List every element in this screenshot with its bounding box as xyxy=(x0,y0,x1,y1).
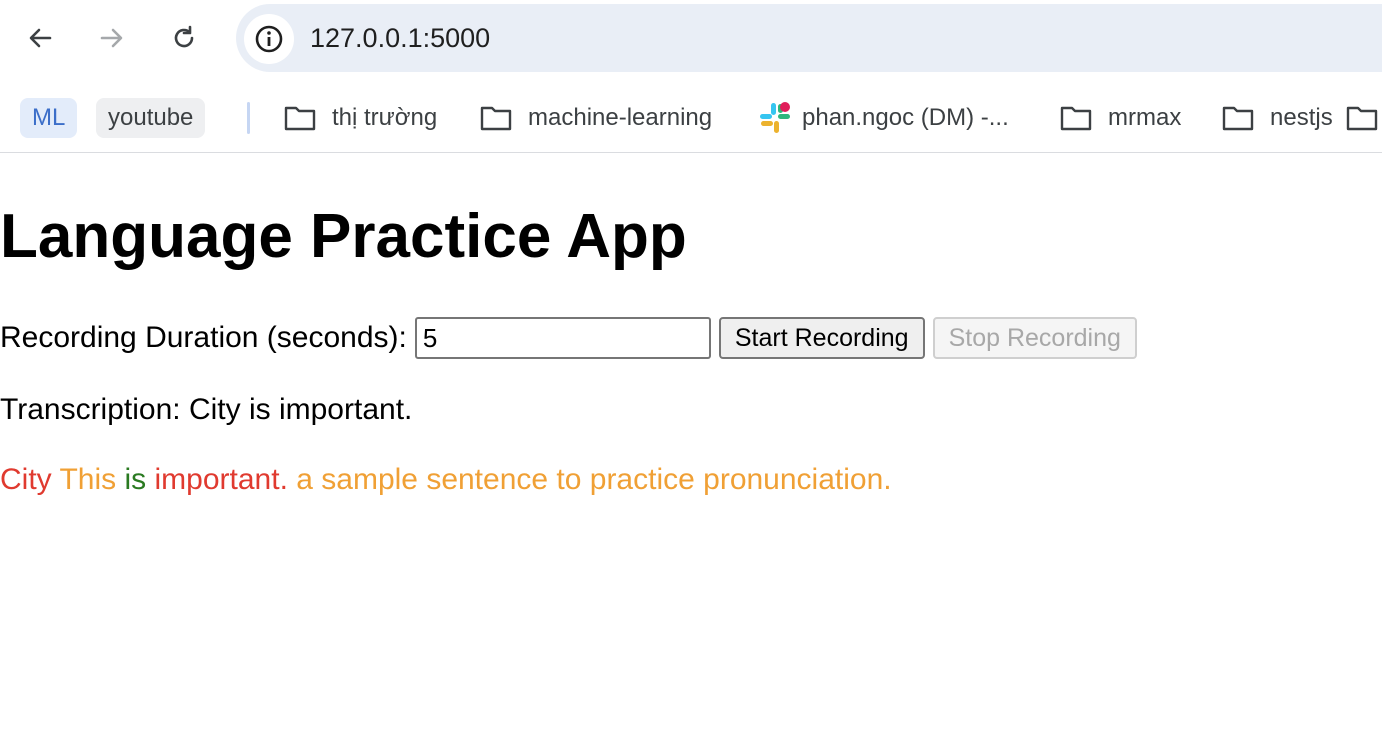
folder-icon xyxy=(1060,104,1092,132)
bookmark-chip-ml[interactable]: ML xyxy=(20,98,78,138)
back-button[interactable] xyxy=(20,18,60,58)
start-recording-button[interactable]: Start Recording xyxy=(718,317,925,359)
page-content: Language Practice App Recording Duration… xyxy=(0,153,1382,748)
forward-button[interactable] xyxy=(92,18,132,58)
sentence-word: a sample sentence to practice pronunciat… xyxy=(296,463,892,496)
folder-icon xyxy=(284,104,316,132)
bookmark-label: mrmax xyxy=(1108,104,1182,131)
info-icon xyxy=(255,25,283,53)
sentence-word: City xyxy=(0,463,52,496)
duration-input[interactable] xyxy=(414,317,711,359)
sentence-word: This xyxy=(59,463,117,496)
bookmark-label: phan.ngoc (DM) -... xyxy=(802,104,1009,131)
bookmark-folder-mrmax[interactable]: mrmax xyxy=(1060,100,1181,136)
bookmark-folder-thi-truong[interactable]: thị trường xyxy=(284,100,437,136)
site-info-button[interactable] xyxy=(244,14,294,64)
bookmark-label: thị trường xyxy=(332,104,438,131)
transcription-text: City is important. xyxy=(188,393,413,426)
sentence-word: important. xyxy=(154,463,288,496)
stop-recording-button: Stop Recording xyxy=(932,317,1137,359)
recording-controls: Recording Duration (seconds): Start Reco… xyxy=(0,317,1137,359)
address-bar[interactable]: 127.0.0.1:5000 xyxy=(236,4,1382,72)
bookmark-separator xyxy=(247,102,250,134)
slack-icon xyxy=(758,102,792,133)
bookmark-folder-overflow[interactable] xyxy=(1346,100,1382,136)
sentence-word: is xyxy=(124,463,147,496)
comparison-sentence: City This is important. a sample sentenc… xyxy=(0,463,892,497)
bookmark-slack-dm[interactable]: phan.ngoc (DM) -... xyxy=(758,100,1009,136)
page-title: Language Practice App xyxy=(0,202,687,271)
transcription-label: Transcription: xyxy=(0,393,181,426)
folder-icon xyxy=(480,104,512,132)
duration-label: Recording Duration (seconds): xyxy=(0,321,407,354)
bookmark-folder-machine-learning[interactable]: machine-learning xyxy=(480,100,712,136)
transcription-line: Transcription: City is important. xyxy=(0,393,412,427)
url-text: 127.0.0.1:5000 xyxy=(310,23,491,53)
bookmark-label: nestjs xyxy=(1270,104,1333,131)
bookmark-folder-nestjs[interactable]: nestjs xyxy=(1222,100,1333,136)
bookmark-chip-youtube[interactable]: youtube xyxy=(96,98,206,138)
arrow-right-icon xyxy=(100,28,123,48)
reload-button[interactable] xyxy=(164,18,204,58)
folder-icon xyxy=(1222,104,1254,132)
bookmark-label: machine-learning xyxy=(528,104,713,131)
folder-icon xyxy=(1346,104,1378,132)
reload-icon xyxy=(174,25,194,48)
arrow-left-icon xyxy=(29,28,52,48)
browser-toolbar: 127.0.0.1:5000 xyxy=(0,0,1382,76)
bookmarks-bar: ML youtube thị trường machine-learning p… xyxy=(0,88,1382,153)
